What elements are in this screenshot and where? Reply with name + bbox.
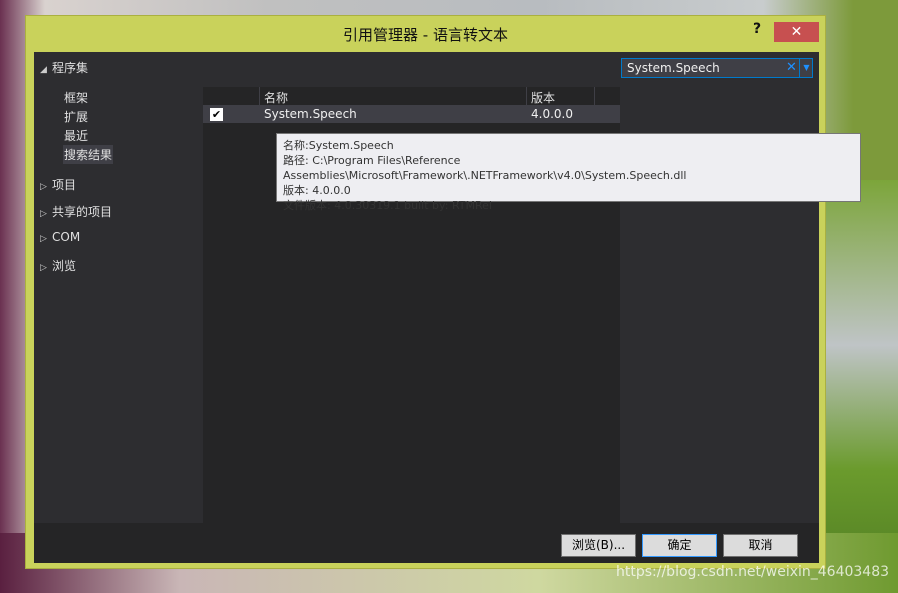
sidebar-item-recent[interactable]: 最近 (63, 126, 89, 145)
tree-label: COM (52, 230, 81, 244)
desktop-background (818, 180, 898, 593)
tooltip-name: 名称:System.Speech (283, 139, 394, 152)
tooltip-path: 路径: C:\Program Files\Reference Assemblie… (283, 154, 687, 182)
dialog-content: ◢ 程序集 框架 扩展 最近 搜索结果 ▷ 项目 ▷ 共享的项目 ▷ COM ▷ 浏览 S… (34, 52, 819, 563)
column-header-name[interactable]: 名称 (264, 89, 288, 106)
cancel-button[interactable]: 取消 (723, 534, 798, 557)
chevron-down-icon[interactable]: ▼ (799, 58, 813, 78)
clear-search-icon[interactable]: ✕ (786, 60, 797, 75)
window-title: 引用管理器 - 语言转文本 (343, 26, 508, 44)
column-header-version[interactable]: 版本 (531, 89, 555, 106)
tree-shared-projects[interactable]: ▷ 共享的项目 (40, 203, 112, 220)
column-divider (594, 87, 595, 106)
search-input[interactable]: System.Speech ✕ ▼ (621, 58, 813, 78)
collapsed-triangle-icon: ▷ (40, 182, 47, 192)
collapsed-triangle-icon: ▷ (40, 234, 47, 244)
sidebar-item-search-results[interactable]: 搜索结果 (63, 145, 114, 164)
watermark: https://blog.csdn.net/weixin_46403483 (616, 564, 890, 580)
expanded-triangle-icon: ◢ (40, 65, 47, 75)
search-value: System.Speech (627, 61, 720, 75)
tree-label: 项目 (52, 178, 77, 192)
row-checkbox[interactable]: ✔ (210, 108, 223, 121)
reference-manager-dialog: 引用管理器 - 语言转文本 ? ✕ ◢ 程序集 框架 扩展 最近 搜索结果 ▷ 项目… (25, 15, 826, 569)
tooltip-version: 版本: 4.0.0.0 (283, 184, 351, 197)
sidebar-item-framework[interactable]: 框架 (63, 88, 89, 107)
tree-label: 程序集 (52, 61, 89, 75)
tree-browse[interactable]: ▷ 浏览 (40, 257, 76, 274)
tree-projects[interactable]: ▷ 项目 (40, 176, 76, 193)
ok-button[interactable]: 确定 (642, 534, 717, 557)
row-version: 4.0.0.0 (531, 107, 573, 121)
tree-com[interactable]: ▷ COM (40, 230, 80, 244)
table-row[interactable]: ✔ System.Speech 4.0.0.0 (203, 106, 620, 123)
browse-button[interactable]: 浏览(B)... (561, 534, 636, 557)
column-divider (526, 87, 527, 106)
help-button[interactable]: ? (753, 21, 761, 37)
close-button[interactable]: ✕ (774, 22, 819, 42)
assembly-tooltip: 名称:System.Speech 路径: C:\Program Files\Re… (276, 133, 861, 212)
grid-header: 名称 版本 (203, 87, 620, 106)
column-divider (259, 87, 260, 106)
tooltip-file-version: 文件版本: 4.0.30319.1 built by: RTMRel (283, 199, 492, 212)
tree-label: 浏览 (52, 259, 77, 273)
tree-label: 共享的项目 (52, 205, 113, 219)
row-name: System.Speech (264, 107, 357, 121)
collapsed-triangle-icon: ▷ (40, 263, 47, 273)
sidebar-item-extensions[interactable]: 扩展 (63, 107, 89, 126)
collapsed-triangle-icon: ▷ (40, 209, 47, 219)
button-bar: 浏览(B)... 确定 取消 (34, 523, 819, 563)
tree-assemblies[interactable]: ◢ 程序集 (40, 59, 88, 76)
